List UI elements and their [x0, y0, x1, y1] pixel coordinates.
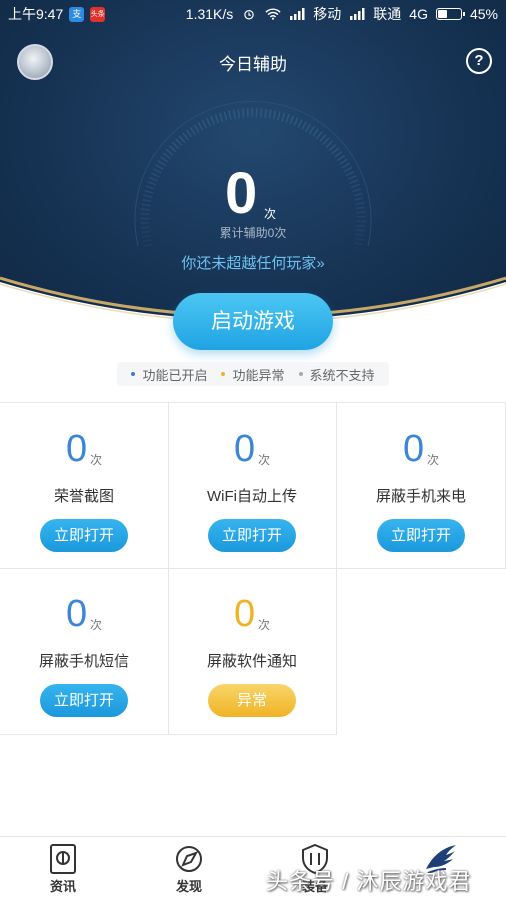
- network-speed: 1.31K/s: [185, 6, 234, 22]
- news-book-icon: [50, 844, 76, 874]
- nav-label: 发现: [175, 879, 202, 894]
- battery-icon: [435, 8, 465, 20]
- feature-name: 屏蔽手机来电: [375, 488, 466, 505]
- feature-name: 屏蔽手机短信: [38, 653, 129, 670]
- alarm-icon: [244, 10, 255, 20]
- signal-icon-2: [350, 8, 365, 20]
- watermark-text: 头条号 / 沐辰游戏君: [266, 869, 472, 894]
- battery-percent: 45%: [469, 6, 498, 22]
- start-game-button[interactable]: 启动游戏: [173, 293, 333, 350]
- feature-count-unit: 次: [427, 453, 440, 467]
- toutiao-notification-icon: 头条: [90, 6, 106, 22]
- feature-count-unit: 次: [258, 618, 271, 632]
- wifi-icon: [265, 8, 281, 20]
- compass-icon: [176, 846, 202, 872]
- legend-dot-abnormal: [221, 372, 226, 376]
- legend-item-abnormal: 功能异常: [221, 365, 285, 384]
- feature-count-unit: 次: [258, 453, 271, 467]
- legend-item-unsupported: 系统不支持: [298, 365, 375, 384]
- nav-tab-news[interactable]: 资讯: [0, 837, 126, 900]
- feature-count: 0: [66, 593, 88, 635]
- help-button[interactable]: ?: [466, 48, 492, 74]
- assist-total-label: 累计辅助0次: [219, 226, 287, 240]
- feature-card-block-sms: 0 次 屏蔽手机短信 立即打开: [0, 568, 169, 735]
- status-time: 上午9:47: [8, 6, 64, 22]
- feature-name: 荣誉截图: [53, 488, 114, 505]
- feature-count-unit: 次: [90, 453, 103, 467]
- abnormal-status-button[interactable]: 异常: [208, 684, 296, 717]
- status-legend: 功能已开启 功能异常 系统不支持: [117, 362, 389, 386]
- carrier-1: 移动: [313, 6, 342, 22]
- assist-count-unit: 次: [264, 207, 277, 221]
- legend-label-unsupported: 系统不支持: [309, 367, 375, 383]
- feature-count: 0: [234, 428, 256, 470]
- feature-card-block-calls: 0 次 屏蔽手机来电 立即打开: [337, 402, 506, 569]
- feature-name: WiFi自动上传: [207, 488, 297, 505]
- page-title: 今日辅助: [219, 55, 287, 74]
- feature-count: 0: [66, 428, 88, 470]
- legend-item-enabled: 功能已开启: [131, 365, 207, 384]
- nav-label: 资讯: [49, 879, 76, 894]
- open-now-button[interactable]: 立即打开: [208, 519, 296, 552]
- feature-card-block-notifications: 0 次 屏蔽软件通知 异常: [168, 568, 337, 735]
- signal-icon-1: [290, 8, 305, 20]
- feature-name: 屏蔽软件通知: [206, 653, 297, 670]
- nav-tab-discover[interactable]: 发现: [126, 837, 252, 900]
- feature-card-wifi-upload: 0 次 WiFi自动上传 立即打开: [168, 402, 337, 569]
- open-now-button[interactable]: 立即打开: [40, 519, 128, 552]
- hero-header: 上午9:47 支 头条 1.31K/s 移动 联通 4G 45% 今日辅助 ?: [0, 0, 506, 330]
- open-now-button[interactable]: 立即打开: [377, 519, 465, 552]
- feature-card-honor-screenshot: 0 次 荣誉截图 立即打开: [0, 402, 169, 569]
- legend-label-abnormal: 功能异常: [232, 367, 285, 383]
- legend-label-enabled: 功能已开启: [142, 367, 208, 383]
- open-now-button[interactable]: 立即打开: [40, 684, 128, 717]
- assist-count: 0: [225, 161, 258, 226]
- status-bar: 上午9:47 支 头条 1.31K/s 移动 联通 4G 45%: [0, 0, 506, 28]
- feature-count: 0: [234, 593, 256, 635]
- legend-dot-unsupported: [298, 372, 303, 376]
- network-type: 4G: [409, 6, 428, 22]
- alipay-notification-icon: 支: [69, 6, 85, 22]
- carrier-2: 联通: [373, 6, 402, 22]
- feature-count: 0: [403, 428, 425, 470]
- legend-dot-enabled: [131, 372, 136, 376]
- feature-count-unit: 次: [90, 618, 103, 632]
